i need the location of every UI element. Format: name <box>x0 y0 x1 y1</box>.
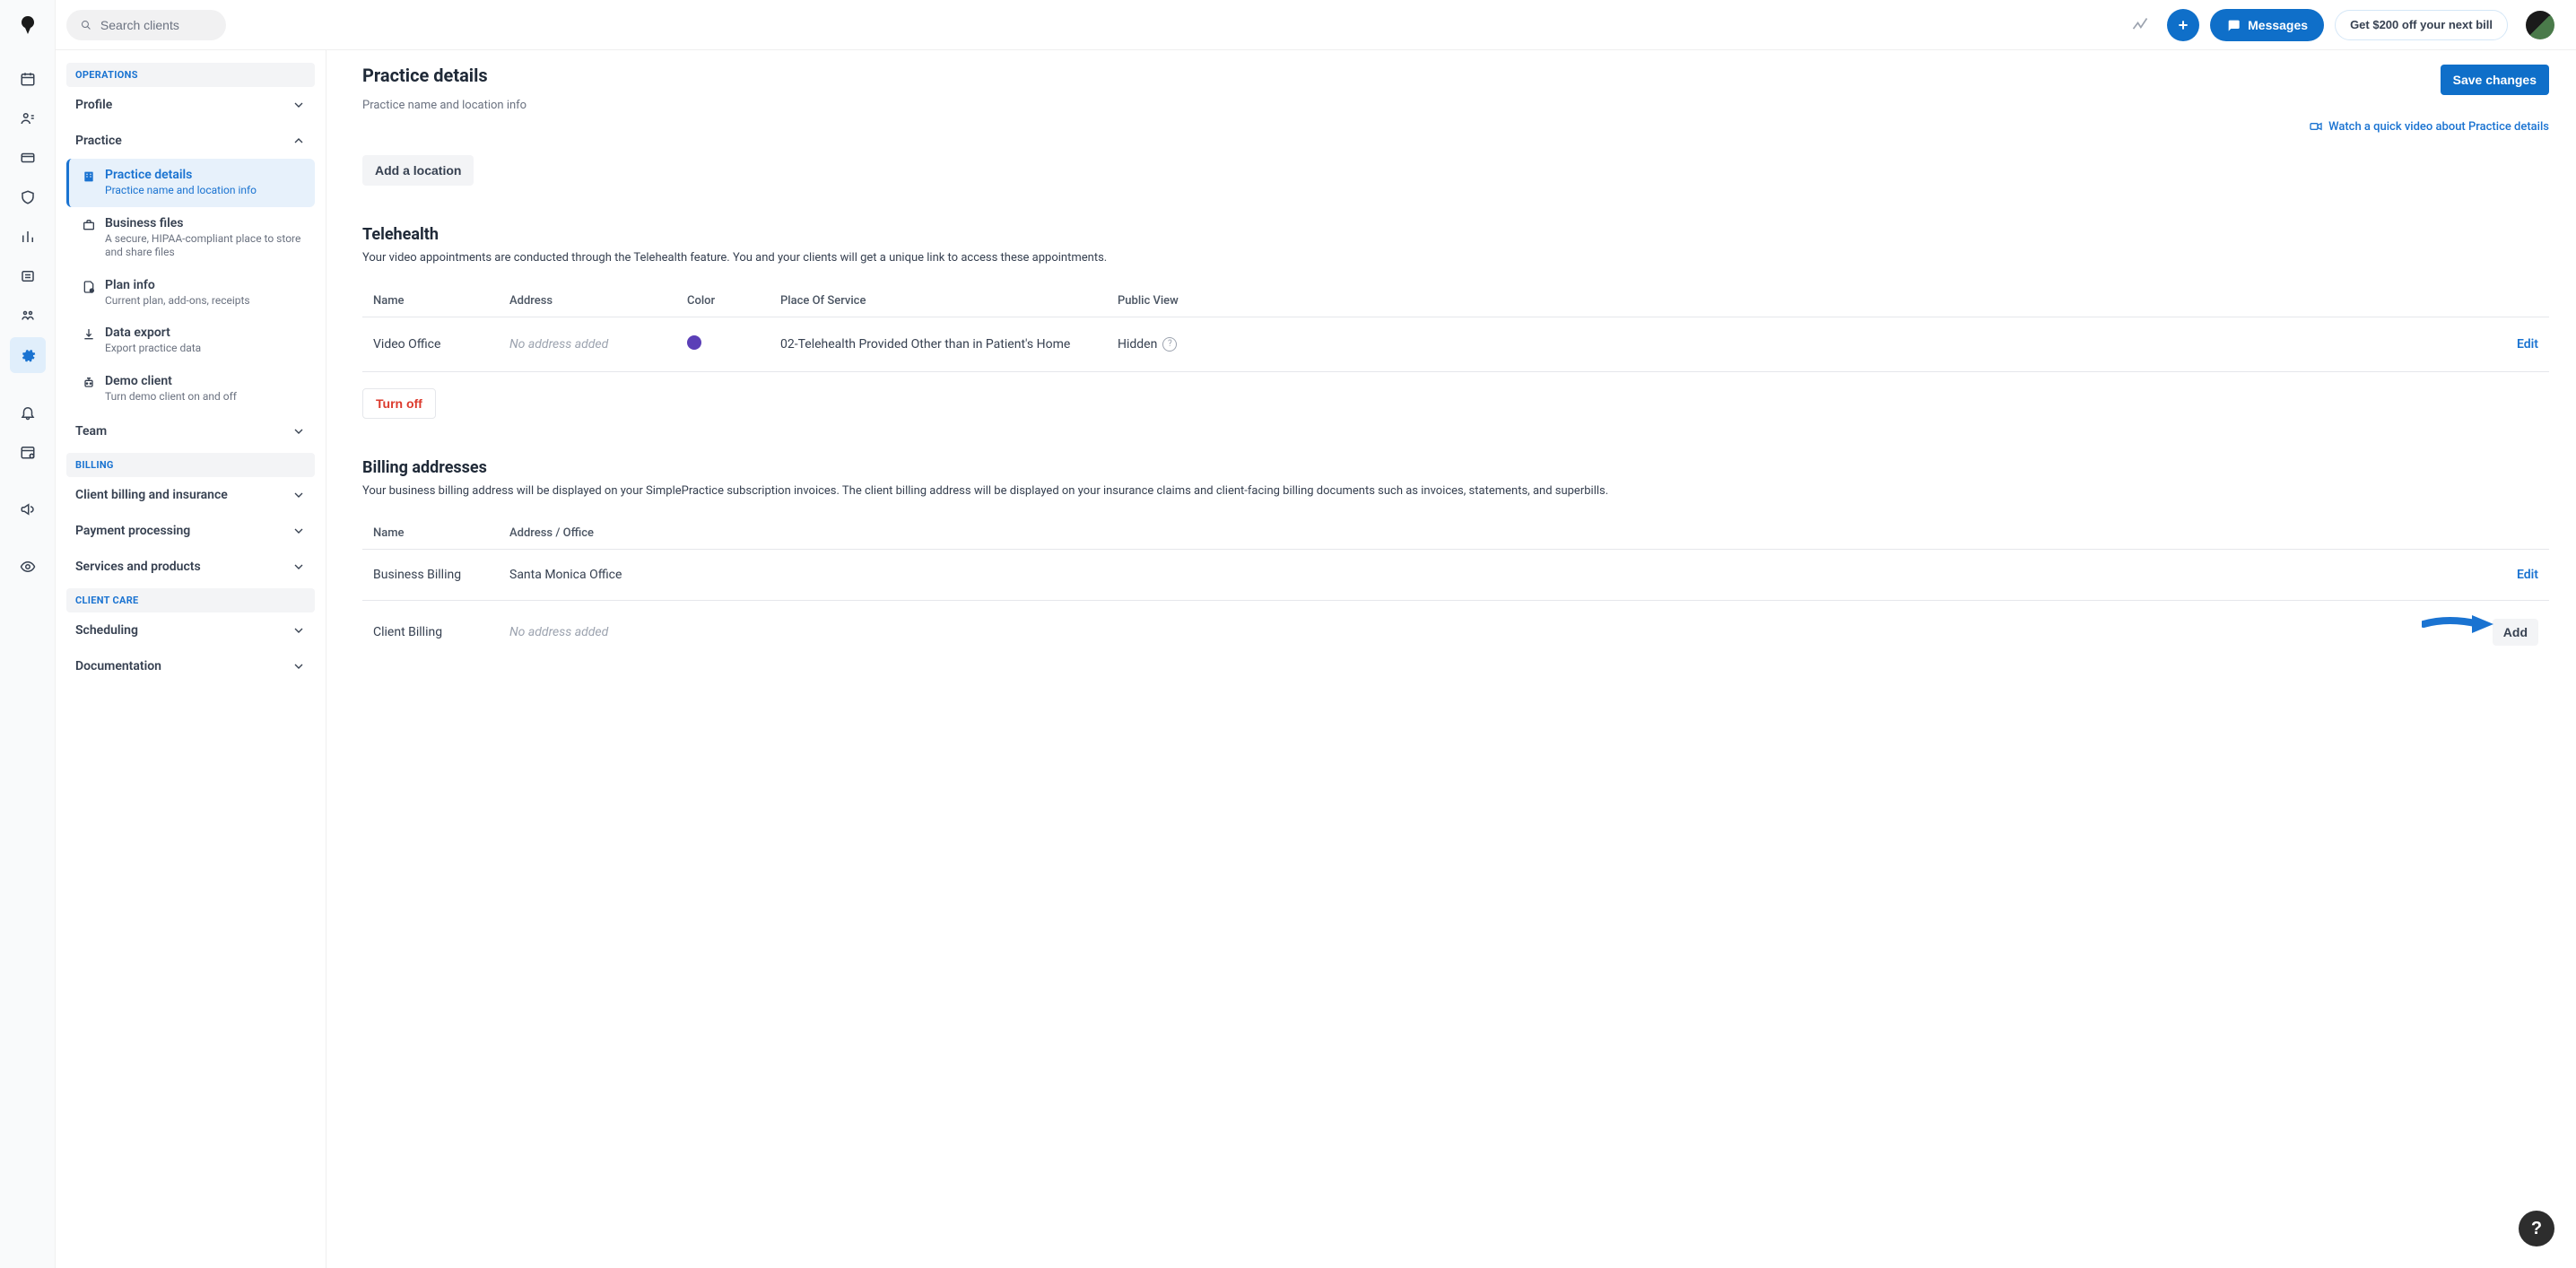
clients-icon[interactable] <box>10 100 46 136</box>
chat-icon <box>2226 18 2241 32</box>
robot-icon <box>82 376 96 390</box>
page-content: Practice details Save changes Practice n… <box>326 50 2576 1268</box>
chevron-up-icon <box>292 134 306 148</box>
file-info-icon: i <box>82 280 96 294</box>
edit-link[interactable]: Edit <box>2517 568 2538 582</box>
color-dot <box>687 335 701 350</box>
eye-icon[interactable] <box>10 549 46 585</box>
nav-business-files[interactable]: Business files A secure, HIPAA-compliant… <box>66 207 315 269</box>
search-box[interactable] <box>66 10 226 40</box>
search-icon <box>81 19 91 31</box>
section-client-care: CLIENT CARE <box>66 588 315 612</box>
telehealth-table-head: Name Address Color Place Of Service Publ… <box>362 285 2549 317</box>
download-icon <box>82 327 96 342</box>
group-documentation[interactable]: Documentation <box>66 648 315 684</box>
chevron-down-icon <box>292 424 306 439</box>
billing-desc: Your business billing address will be di… <box>362 482 2549 500</box>
nav-demo-client[interactable]: Demo client Turn demo client on and off <box>66 365 315 413</box>
group-profile[interactable]: Profile <box>66 87 315 123</box>
edit-link[interactable]: Edit <box>2517 337 2538 352</box>
billing-row-client: Client Billing No address added Add <box>362 601 2549 664</box>
video-icon <box>2309 119 2323 134</box>
help-icon[interactable]: ? <box>1162 337 1177 352</box>
billing-title: Billing addresses <box>362 458 2549 477</box>
briefcase-icon <box>82 218 96 232</box>
nav-data-export[interactable]: Data export Export practice data <box>66 317 315 365</box>
settings-sidebar: OPERATIONS Profile Practice Practice det… <box>56 50 326 1268</box>
search-input[interactable] <box>100 18 212 32</box>
add-location-button[interactable]: Add a location <box>362 155 474 186</box>
list-icon[interactable] <box>10 258 46 294</box>
page-subtitle: Practice name and location info <box>362 99 2549 112</box>
messages-label: Messages <box>2248 18 2308 32</box>
help-fab[interactable]: ? <box>2519 1211 2554 1246</box>
nav-plan-info[interactable]: i Plan info Current plan, add-ons, recei… <box>66 269 315 317</box>
card-icon[interactable] <box>10 140 46 176</box>
telehealth-title: Telehealth <box>362 225 2549 244</box>
chevron-down-icon <box>292 524 306 538</box>
group-practice[interactable]: Practice <box>66 123 315 159</box>
video-link[interactable]: Watch a quick video about Practice detai… <box>362 119 2549 134</box>
shield-icon[interactable] <box>10 179 46 215</box>
turn-off-button[interactable]: Turn off <box>362 388 436 419</box>
chevron-down-icon <box>292 623 306 638</box>
pulse-icon[interactable] <box>2131 16 2149 34</box>
telehealth-desc: Your video appointments are conducted th… <box>362 249 2549 267</box>
telehealth-section: Telehealth Your video appointments are c… <box>362 225 2549 419</box>
bell-icon[interactable] <box>10 395 46 430</box>
promo-button[interactable]: Get $200 off your next bill <box>2335 10 2508 40</box>
section-billing: BILLING <box>66 453 315 477</box>
billing-table-head: Name Address / Office <box>362 517 2549 550</box>
telehealth-row: Video Office No address added 02-Telehea… <box>362 317 2549 372</box>
nav-practice-details[interactable]: Practice details Practice name and locat… <box>66 159 315 207</box>
calendar-add-icon[interactable] <box>10 434 46 470</box>
svg-text:i: i <box>91 289 92 293</box>
calendar-icon[interactable] <box>10 61 46 97</box>
group-services-products[interactable]: Services and products <box>66 549 315 585</box>
chevron-down-icon <box>292 560 306 574</box>
group-payment-processing[interactable]: Payment processing <box>66 513 315 549</box>
save-button[interactable]: Save changes <box>2441 65 2549 95</box>
section-operations: OPERATIONS <box>66 63 315 87</box>
settings-icon[interactable] <box>10 337 46 373</box>
add-button[interactable] <box>2167 9 2199 41</box>
building-icon <box>82 169 96 184</box>
group-team[interactable]: Team <box>66 413 315 449</box>
team-icon[interactable] <box>10 298 46 334</box>
analytics-icon[interactable] <box>10 219 46 255</box>
app-header: Messages Get $200 off your next bill <box>56 0 2576 50</box>
chevron-down-icon <box>292 98 306 112</box>
avatar[interactable] <box>2526 11 2554 39</box>
billing-addresses-section: Billing addresses Your business billing … <box>362 458 2549 664</box>
billing-row-business: Business Billing Santa Monica Office Edi… <box>362 550 2549 601</box>
group-scheduling[interactable]: Scheduling <box>66 612 315 648</box>
icon-rail <box>0 0 56 1268</box>
chevron-down-icon <box>292 659 306 673</box>
chevron-down-icon <box>292 488 306 502</box>
app-logo[interactable] <box>17 14 39 36</box>
group-client-billing[interactable]: Client billing and insurance <box>66 477 315 513</box>
megaphone-icon[interactable] <box>10 491 46 527</box>
messages-button[interactable]: Messages <box>2210 9 2324 41</box>
add-button[interactable]: Add <box>2493 619 2538 646</box>
page-title: Practice details <box>362 65 488 86</box>
